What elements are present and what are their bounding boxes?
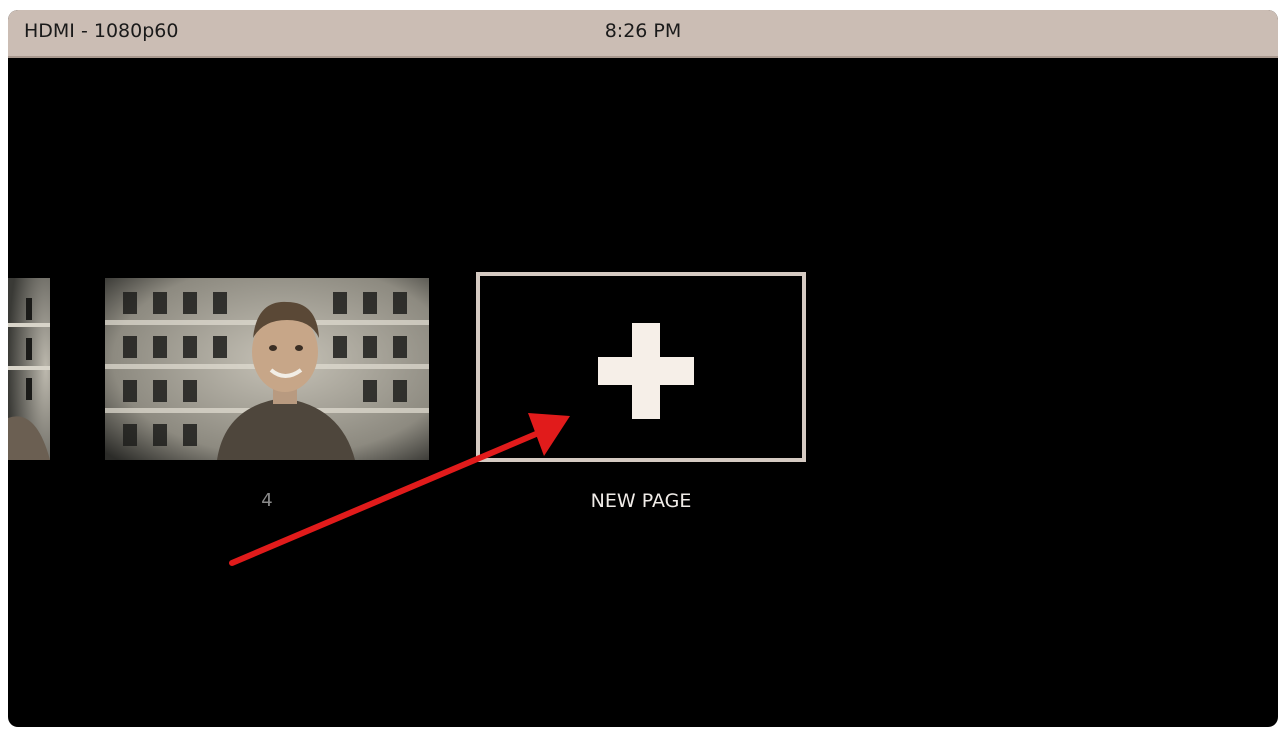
new-page-button[interactable] [476, 272, 806, 462]
status-bar: HDMI - 1080p60 8:26 PM [8, 10, 1278, 58]
page-label: 4 [261, 490, 273, 511]
clock-time: 8:26 PM [604, 20, 682, 42]
plus-icon [598, 323, 694, 419]
page-thumbnail-4[interactable] [105, 278, 429, 460]
monitor-screen: HDMI - 1080p60 8:26 PM 4 NEW PAGE [8, 10, 1278, 727]
page-thumbnail-previous[interactable] [8, 278, 50, 460]
new-page-label: NEW PAGE [590, 490, 692, 512]
